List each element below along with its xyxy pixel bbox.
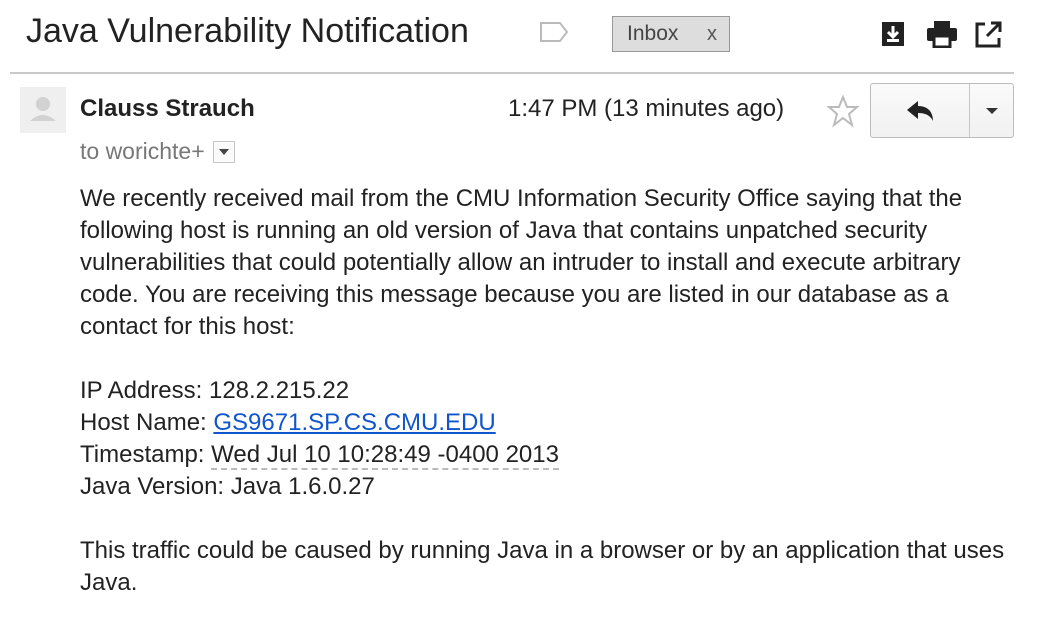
label-icon[interactable] bbox=[538, 20, 570, 49]
email-subject: Java Vulnerability Notification bbox=[26, 12, 469, 50]
host-name-line: Host Name: GS9671.SP.CS.CMU.EDU bbox=[80, 409, 496, 436]
inbox-label-text: Inbox bbox=[627, 22, 679, 45]
host-name-link[interactable]: GS9671.SP.CS.CMU.EDU bbox=[213, 409, 495, 436]
reply-button-group bbox=[870, 83, 1014, 138]
avatar[interactable] bbox=[20, 87, 66, 133]
java-version-line: Java Version: Java 1.6.0.27 bbox=[80, 473, 375, 500]
recipient-line: to worichte+ bbox=[80, 138, 235, 165]
timestamp-value[interactable]: Wed Jul 10 10:28:49 -0400 2013 bbox=[211, 441, 559, 470]
timestamp-line: Timestamp: Wed Jul 10 10:28:49 -0400 201… bbox=[80, 441, 559, 470]
more-options-button[interactable] bbox=[970, 84, 1013, 137]
message-time: 1:47 PM (13 minutes ago) bbox=[508, 95, 785, 122]
message-paragraph: This traffic could be caused by running … bbox=[80, 537, 1005, 596]
message-paragraph: We recently received mail from the CMU I… bbox=[80, 185, 963, 340]
open-in-new-window-icon[interactable] bbox=[975, 20, 1003, 53]
header-divider bbox=[10, 72, 1014, 74]
remove-label-button[interactable]: x bbox=[707, 23, 717, 46]
inbox-label-chip[interactable]: Inbox x bbox=[612, 16, 730, 52]
download-icon[interactable] bbox=[880, 20, 906, 53]
reply-button[interactable] bbox=[871, 84, 969, 137]
reply-icon bbox=[907, 100, 933, 121]
sender-name[interactable]: Clauss Strauch bbox=[80, 95, 255, 123]
star-icon[interactable] bbox=[826, 94, 860, 133]
message-body: We recently received mail from the CMU I… bbox=[80, 183, 1010, 599]
chevron-down-icon bbox=[218, 148, 229, 155]
ip-address-value: 128.2.215.22 bbox=[208, 377, 350, 404]
chevron-down-icon bbox=[985, 107, 998, 114]
java-version-value: Java 1.6.0.27 bbox=[230, 473, 375, 500]
ip-address-line: IP Address: 128.2.215.22 bbox=[80, 377, 350, 404]
print-icon[interactable] bbox=[926, 20, 958, 53]
show-details-button[interactable] bbox=[212, 140, 235, 163]
recipient-text: to worichte+ bbox=[80, 138, 205, 164]
